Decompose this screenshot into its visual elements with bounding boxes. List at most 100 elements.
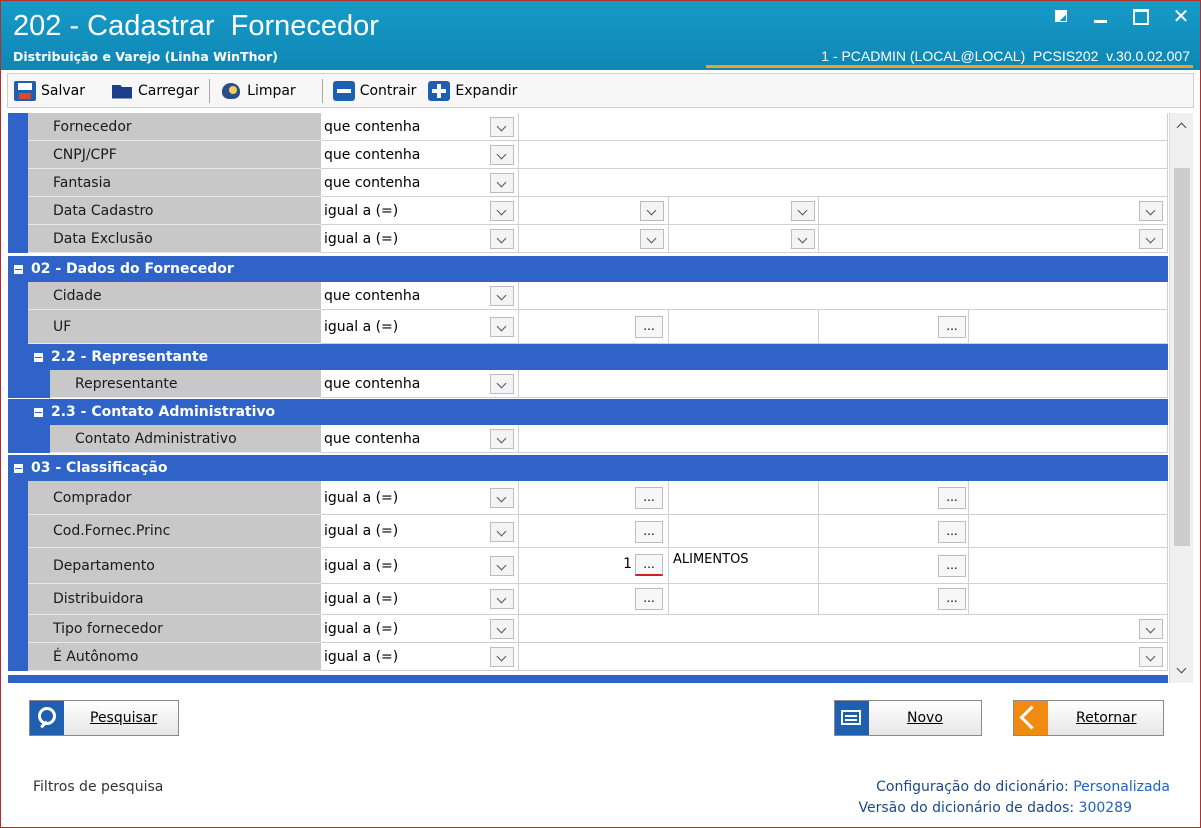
chevron-down-icon[interactable] — [490, 522, 514, 542]
save-button[interactable]: Salvar — [8, 77, 91, 105]
restore-icon[interactable] — [1052, 7, 1070, 25]
new-button[interactable]: Novo — [834, 700, 982, 736]
desc-input[interactable] — [669, 584, 819, 615]
chevron-down-icon[interactable] — [490, 145, 514, 165]
lookup-button[interactable]: ... — [635, 521, 663, 543]
config-value: Personalizada — [1073, 779, 1170, 795]
chevron-down-icon[interactable] — [490, 317, 514, 337]
vertical-scrollbar[interactable] — [1169, 113, 1193, 683]
lookup-button[interactable]: ... — [635, 316, 663, 338]
code-value: 1 — [623, 556, 632, 572]
row-indent — [8, 282, 28, 310]
desc-input[interactable] — [669, 515, 819, 548]
lookup-button[interactable]: ... — [635, 588, 663, 610]
chevron-down-icon[interactable] — [490, 619, 514, 639]
value-input[interactable] — [519, 282, 1168, 310]
value-input[interactable] — [519, 113, 1168, 141]
lookup-button[interactable]: ... — [938, 521, 966, 543]
load-button[interactable]: Carregar — [105, 77, 205, 105]
filter-row-data-cadastro: Data Cadastro igual a (=) — [8, 197, 1168, 225]
desc-input[interactable] — [969, 548, 1168, 584]
group-header-classificacao[interactable]: 03 - Classificação — [8, 455, 1168, 481]
expand-button[interactable]: Expandir — [422, 77, 523, 105]
row-label: Representante — [50, 370, 321, 398]
period-select[interactable] — [819, 197, 1168, 225]
chevron-down-icon[interactable] — [791, 229, 815, 249]
clear-label: Limpar — [247, 82, 296, 99]
collapse-group-icon[interactable] — [14, 463, 23, 473]
row-indent — [8, 169, 28, 197]
group-header-dados-fornecedor[interactable]: 02 - Dados do Fornecedor — [8, 256, 1168, 282]
operator-value: igual a (=) — [324, 591, 399, 607]
collapse-group-icon[interactable] — [14, 264, 23, 274]
lookup-button[interactable]: ... — [938, 316, 966, 338]
lookup-button[interactable]: ... — [938, 588, 966, 610]
desc-input[interactable] — [669, 310, 819, 344]
filter-row-fantasia: Fantasia que contenha — [8, 169, 1168, 197]
value-select[interactable] — [519, 643, 1168, 671]
chevron-down-icon[interactable] — [490, 229, 514, 249]
load-label: Carregar — [137, 82, 200, 99]
value-select[interactable] — [519, 615, 1168, 643]
scroll-up-icon[interactable] — [1170, 115, 1194, 135]
chevron-down-icon[interactable] — [490, 488, 514, 508]
chevron-down-icon[interactable] — [490, 429, 514, 449]
group-indent — [8, 399, 28, 425]
back-button-label: Retornar — [1076, 710, 1137, 726]
value-input[interactable] — [519, 169, 1168, 197]
chevron-down-icon[interactable] — [640, 201, 664, 221]
desc-input[interactable] — [969, 584, 1168, 615]
group-title: 02 - Dados do Fornecedor — [31, 261, 234, 277]
lookup-button[interactable]: ... — [938, 487, 966, 509]
chevron-down-icon[interactable] — [490, 374, 514, 394]
chevron-down-icon[interactable] — [490, 117, 514, 137]
row-indent — [8, 584, 28, 615]
chevron-down-icon[interactable] — [490, 201, 514, 221]
value-input[interactable] — [519, 425, 1168, 453]
chevron-down-icon[interactable] — [791, 201, 815, 221]
chevron-down-icon[interactable] — [490, 173, 514, 193]
chevron-down-icon[interactable] — [1139, 229, 1163, 249]
row-indent — [8, 113, 28, 141]
lookup-button[interactable]: ... — [635, 487, 663, 509]
desc-input[interactable] — [969, 515, 1168, 548]
desc-input[interactable]: ALIMENTOS — [669, 548, 819, 584]
chevron-down-icon[interactable] — [490, 647, 514, 667]
operator-value: que contenha — [324, 174, 421, 191]
group-header-representante[interactable]: 2.2 - Representante — [8, 344, 1168, 370]
collapse-button[interactable]: Contrair — [327, 77, 423, 105]
lookup-button[interactable]: ... — [938, 555, 966, 577]
value-input[interactable] — [519, 141, 1168, 169]
chevron-down-icon[interactable] — [640, 229, 664, 249]
scroll-down-icon[interactable] — [1170, 661, 1194, 681]
value-input[interactable] — [519, 370, 1168, 398]
filter-row-data-exclusao: Data Exclusão igual a (=) — [8, 225, 1168, 253]
chevron-down-icon[interactable] — [1139, 647, 1163, 667]
maximize-icon[interactable] — [1132, 7, 1150, 25]
operator-value: que contenha — [324, 430, 421, 447]
config-label: Configuração do dicionário: — [876, 779, 1069, 795]
chevron-down-icon[interactable] — [490, 556, 514, 576]
close-icon[interactable]: ✕ — [1172, 6, 1190, 26]
minimize-icon[interactable] — [1092, 7, 1110, 25]
chevron-down-icon[interactable] — [1139, 619, 1163, 639]
dictionary-version: Versão do dicionário de dados: 300289 — [859, 800, 1132, 816]
desc-input[interactable] — [969, 310, 1168, 344]
scroll-thumb[interactable] — [1174, 168, 1190, 546]
chevron-down-icon[interactable] — [490, 589, 514, 609]
search-button[interactable]: Pesquisar — [29, 700, 179, 736]
desc-input[interactable] — [969, 481, 1168, 515]
chevron-down-icon[interactable] — [490, 286, 514, 306]
collapse-icon — [332, 80, 355, 101]
collapse-group-icon[interactable] — [34, 407, 43, 417]
group-header-partial[interactable] — [8, 675, 1168, 683]
clear-button[interactable]: Limpar — [214, 77, 302, 105]
lookup-button[interactable]: ... — [635, 554, 663, 576]
back-button[interactable]: Retornar — [1013, 700, 1164, 736]
group-indent — [8, 344, 28, 370]
desc-input[interactable] — [669, 481, 819, 515]
period-select[interactable] — [819, 225, 1168, 253]
collapse-group-icon[interactable] — [34, 352, 43, 362]
group-header-contato[interactable]: 2.3 - Contato Administrativo — [8, 399, 1168, 425]
chevron-down-icon[interactable] — [1139, 201, 1163, 221]
